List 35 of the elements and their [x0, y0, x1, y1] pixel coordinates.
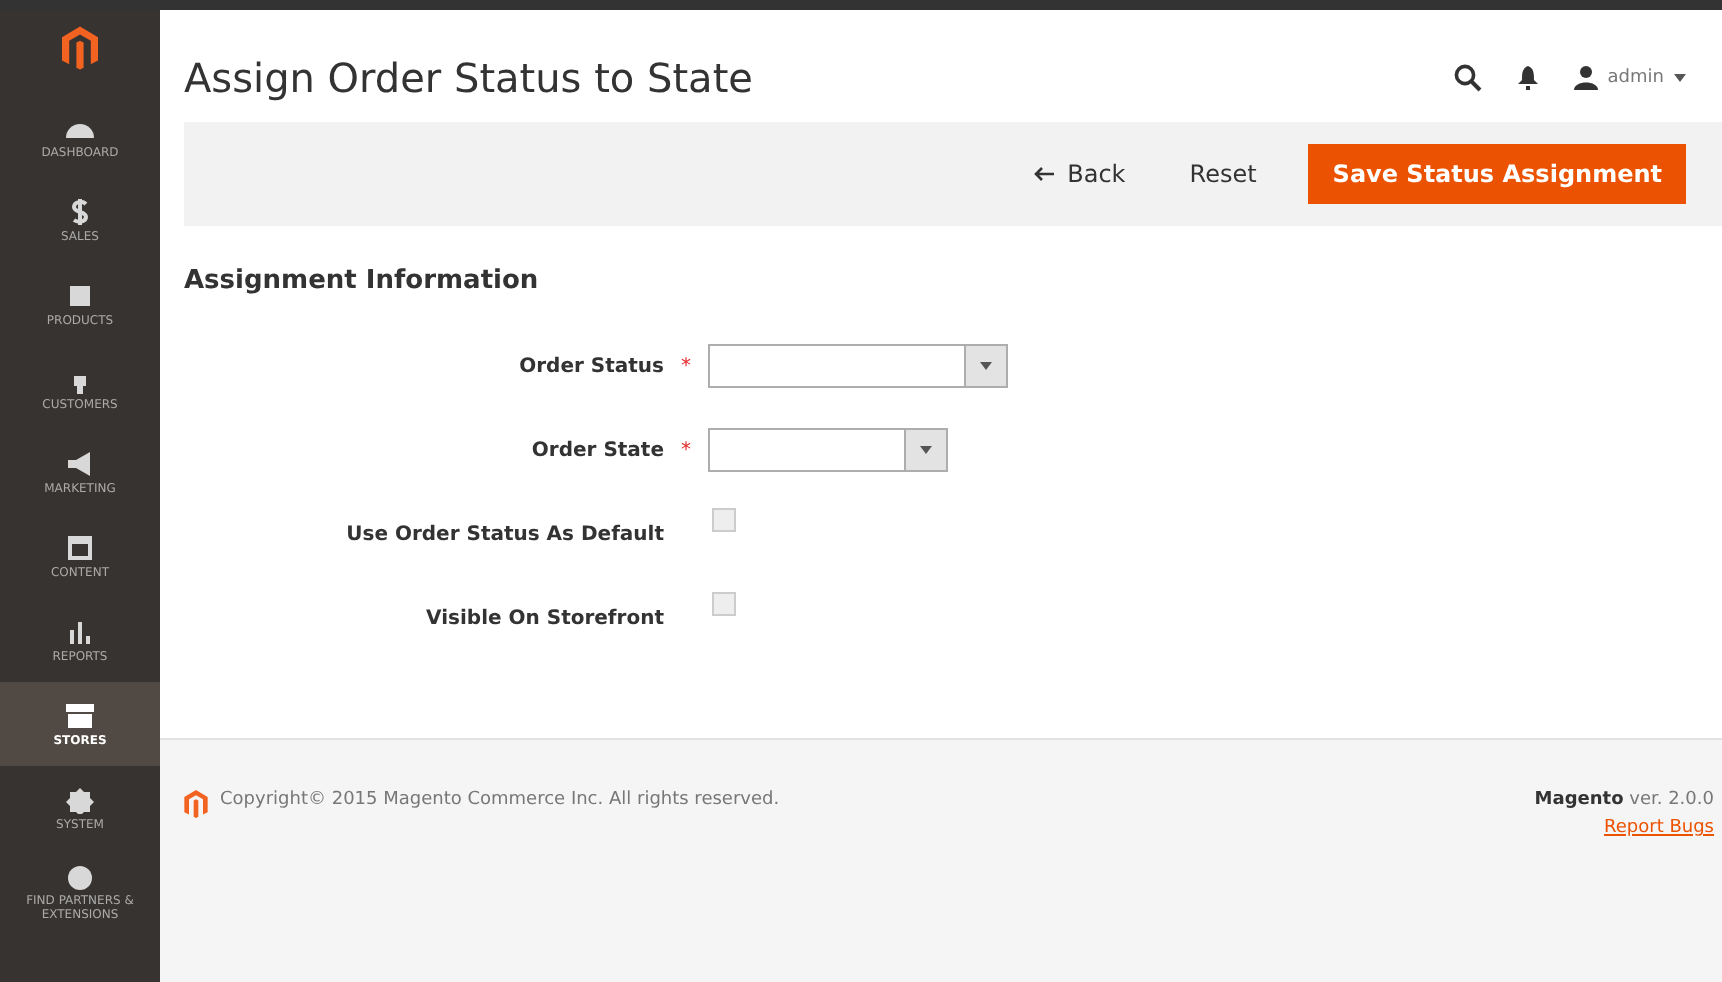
- nav-icon: [64, 617, 96, 645]
- required-mark: *: [681, 439, 691, 461]
- copyright-text: Copyright© 2015 Magento Commerce Inc. All rights reserved.: [220, 790, 780, 810]
- report-bugs-link[interactable]: Report Bugs: [1604, 818, 1714, 838]
- caret-icon: [920, 446, 932, 454]
- section-heading: Assignment Information: [184, 266, 541, 296]
- select-field[interactable]: [708, 344, 1008, 388]
- logo-icon: [62, 26, 98, 70]
- bell-icon[interactable]: [1517, 66, 1538, 90]
- caret-icon: [1674, 74, 1686, 82]
- required-mark: *: [681, 355, 691, 377]
- search-icon[interactable]: [1453, 64, 1482, 92]
- back-button[interactable]: Back: [1009, 148, 1150, 200]
- field-label: Visible On Storefront: [424, 607, 664, 629]
- user-icon: [1573, 66, 1598, 90]
- field-label: Order Status: [517, 355, 664, 377]
- nav-icon: [64, 785, 96, 813]
- nav-icon: [64, 533, 96, 561]
- save-button[interactable]: Save Status Assignment: [1308, 144, 1686, 204]
- user-menu[interactable]: admin: [1573, 66, 1686, 90]
- caret-icon: [980, 362, 992, 370]
- checkbox[interactable]: [712, 508, 736, 532]
- field-label: Use Order Status As Default: [344, 523, 664, 545]
- version-text: Magento ver. 2.0.0: [1534, 790, 1714, 810]
- checkbox[interactable]: [712, 592, 736, 616]
- nav-icon: [64, 701, 96, 729]
- field-label: Order State: [529, 439, 664, 461]
- nav-icon: [64, 862, 96, 890]
- arrow-icon: [1033, 166, 1054, 182]
- nav-icon: [64, 281, 96, 309]
- logo-icon: [184, 790, 208, 818]
- page-title: Assign Order Status to State: [184, 54, 753, 102]
- nav-icon: [64, 449, 96, 477]
- select-field[interactable]: [708, 428, 948, 472]
- reset-button[interactable]: Reset: [1165, 148, 1281, 200]
